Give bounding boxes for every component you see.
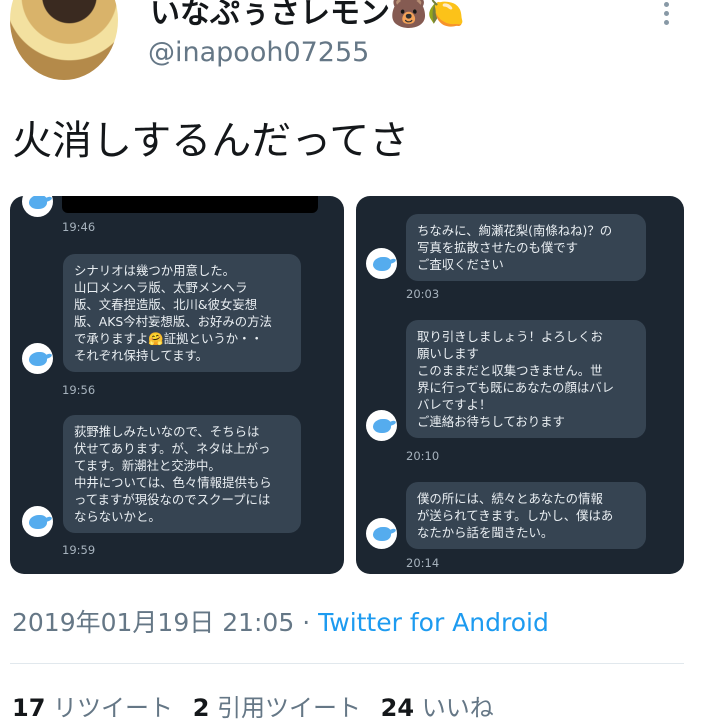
message-bubble: 僕の所には、続々とあなたの情報 が送られてきます。しかし、僕はあ なたから話を聞…	[406, 482, 646, 549]
attached-image-left[interactable]: 19:46 シナリオは幾つか用意した。 山口メンヘラ版、太野メンヘラ 版、文春捏…	[10, 196, 344, 574]
likes-label: いいね	[421, 694, 494, 722]
user-handle[interactable]: @inapooh07255	[148, 37, 369, 68]
redacted-bar	[62, 196, 318, 213]
attached-image-right[interactable]: ちなみに、絢瀬花梨(南條ねね)？の 写真を拡散させたのも僕です ご査収ください …	[356, 196, 684, 574]
divider	[10, 663, 684, 664]
twitter-bird-icon	[22, 506, 53, 537]
profile-avatar[interactable]	[10, 0, 118, 80]
likes-stat[interactable]: 24 いいね	[381, 694, 494, 722]
message-time: 19:59	[62, 543, 96, 557]
meta-separator: ·	[302, 608, 311, 637]
tweet-timestamp[interactable]: 2019年01月19日 21:05	[12, 608, 294, 637]
twitter-bird-icon	[22, 196, 53, 217]
quotes-label: 引用ツイート	[217, 694, 362, 722]
message-time: 20:14	[406, 556, 440, 570]
retweets-count: 17	[12, 694, 46, 722]
tweet-text: 火消しするんだってさ	[12, 118, 410, 164]
message-time: 20:03	[406, 287, 440, 301]
engagement-stats: 17 リツイート 2 引用ツイート 24 いいね	[12, 688, 494, 723]
twitter-bird-icon	[366, 518, 397, 549]
retweets-label: リツイート	[53, 694, 174, 722]
twitter-bird-icon	[366, 410, 397, 441]
tweet-meta: 2019年01月19日 21:05 · Twitter for Android	[12, 603, 549, 639]
quotes-count: 2	[192, 694, 210, 722]
message-bubble: 取り引きしましょう！よろしくお 願いします このままだと収集つきません。世 界に…	[406, 320, 646, 438]
message-time: 19:56	[62, 383, 96, 397]
message-time: 19:46	[62, 220, 96, 234]
message-bubble: 荻野推しみたいなので、そちらは 伏せてあります。が、ネタは上がっ てます。新潮社…	[63, 415, 301, 533]
likes-count: 24	[380, 694, 415, 722]
twitter-bird-icon	[22, 343, 53, 374]
display-name[interactable]: いなぷぅさレモン🐻🍋	[150, 0, 465, 32]
more-vertical-icon[interactable]	[660, 2, 672, 26]
message-bubble: シナリオは幾つか用意した。 山口メンヘラ版、太野メンヘラ 版、文春捏造版、北川&…	[63, 254, 301, 372]
quotes-stat[interactable]: 2 引用ツイート	[193, 694, 361, 722]
message-bubble: ちなみに、絢瀬花梨(南條ねね)？の 写真を拡散させたのも僕です ご査収ください	[406, 214, 646, 281]
message-time: 20:10	[406, 449, 440, 463]
twitter-bird-icon	[366, 248, 397, 279]
retweets-stat[interactable]: 17 リツイート	[12, 694, 173, 722]
tweet-source-link[interactable]: Twitter for Android	[318, 608, 549, 637]
